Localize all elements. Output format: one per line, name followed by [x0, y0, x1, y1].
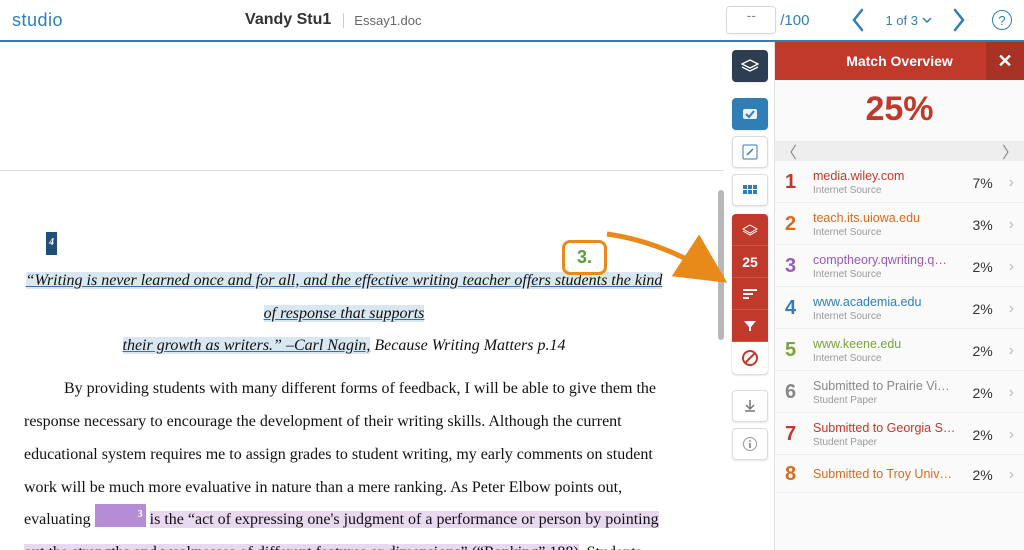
document-viewer: 4 “Writing is never learned once and for… — [0, 42, 774, 550]
info-button[interactable] — [732, 428, 768, 460]
chevron-right-icon: › — [1009, 216, 1014, 234]
source-badge-3[interactable]: 3 — [95, 504, 146, 527]
close-panel-button[interactable]: ✕ — [986, 42, 1024, 80]
check-icon — [742, 108, 758, 120]
highlight-source-3[interactable]: (“Ranking” 188) — [468, 544, 579, 550]
download-button[interactable] — [732, 390, 768, 422]
chevron-right-icon: › — [1009, 384, 1014, 402]
chevron-right-icon: › — [1009, 466, 1014, 484]
filename-label: Essay1.doc — [343, 13, 421, 28]
source-row[interactable]: 2teach.its.uiowa.eduInternet Source3%› — [775, 203, 1024, 245]
help-button[interactable]: ? — [992, 10, 1012, 30]
similarity-score-button[interactable]: 25 — [732, 246, 768, 278]
source-list: 1media.wiley.comInternet Source7%› 2teac… — [775, 161, 1024, 550]
chevron-right-icon: › — [1009, 300, 1014, 318]
panel-header: Match Overview ✕ — [775, 42, 1024, 80]
source-row[interactable]: 5www.keene.eduInternet Source2%› — [775, 329, 1024, 371]
no-entry-icon — [741, 349, 759, 367]
source-row[interactable]: 3comptheory.qwriting.q…Internet Source2%… — [775, 245, 1024, 287]
quickmarks-button[interactable] — [732, 98, 768, 130]
score-max-label: /100 — [780, 12, 809, 29]
filter-button[interactable] — [732, 310, 768, 342]
source-row[interactable]: 6Submitted to Prairie Vi…Student Paper2%… — [775, 371, 1024, 413]
callout-bubble: 3. — [562, 240, 607, 275]
source-badge-4[interactable]: 4 — [46, 232, 57, 255]
chevron-right-icon: › — [1009, 426, 1014, 444]
funnel-icon — [743, 320, 757, 332]
layers-icon — [741, 224, 759, 236]
compose-button[interactable] — [732, 136, 768, 168]
source-row[interactable]: 8Submitted to Troy Univ…2%› — [775, 455, 1024, 493]
bars-icon — [742, 288, 758, 300]
layers-button[interactable] — [732, 50, 768, 82]
caret-down-icon — [922, 17, 932, 23]
chevron-right-icon: › — [1009, 342, 1014, 360]
prev-paper-button[interactable] — [849, 7, 867, 33]
header-bar: studio Vandy Stu1 Essay1.doc -- /100 1 o… — [0, 0, 1024, 42]
brand-label: studio — [12, 10, 63, 31]
chevron-right-icon: › — [1009, 174, 1014, 192]
quote-citation: Because Writing Matters p.14 — [370, 337, 565, 354]
chevron-right-icon: › — [1009, 258, 1014, 276]
score-input[interactable]: -- — [726, 6, 776, 34]
highlight-source-4[interactable]: their growth as writers.” –Carl Nagin, — [123, 337, 371, 354]
rubric-button[interactable] — [732, 174, 768, 206]
nav-right-icon[interactable]: 〉 — [1002, 139, 1018, 163]
panel-title: Match Overview — [846, 53, 953, 69]
score-box: -- /100 — [726, 6, 809, 34]
pencil-icon — [742, 144, 758, 160]
exclude-button[interactable] — [732, 342, 768, 374]
callout-annotation: 3. — [562, 222, 735, 292]
info-icon — [742, 436, 758, 452]
grid-icon — [742, 184, 758, 196]
paper-nav: 1 of 3 — [849, 7, 968, 33]
callout-arrow-icon — [605, 222, 735, 292]
nav-left-icon[interactable]: 〈 — [781, 139, 797, 163]
layers-icon — [741, 59, 759, 73]
source-row[interactable]: 4www.academia.eduInternet Source2%› — [775, 287, 1024, 329]
download-icon — [743, 399, 757, 413]
next-paper-button[interactable] — [950, 7, 968, 33]
side-toolbar: 25 — [732, 50, 768, 460]
doc-scrollbar[interactable] — [716, 50, 724, 542]
source-row[interactable]: 1media.wiley.comInternet Source7%› — [775, 161, 1024, 203]
all-sources-button[interactable] — [732, 278, 768, 310]
similarity-group: 25 — [732, 214, 768, 374]
source-row[interactable]: 7Submitted to Georgia S…Student Paper2%› — [775, 413, 1024, 455]
overall-percent: 25% — [775, 80, 1024, 141]
paper-indicator-dropdown[interactable]: 1 of 3 — [885, 13, 932, 28]
similarity-layers-button[interactable] — [732, 214, 768, 246]
paper-indicator-label: 1 of 3 — [885, 13, 918, 28]
match-overview-panel: Match Overview ✕ 25% 〈 〉 1media.wiley.co… — [774, 42, 1024, 550]
student-name: Vandy Stu1 — [245, 11, 331, 29]
source-nav-strip[interactable]: 〈 〉 — [775, 141, 1024, 161]
body-paragraph: By providing students with many differen… — [24, 373, 664, 550]
